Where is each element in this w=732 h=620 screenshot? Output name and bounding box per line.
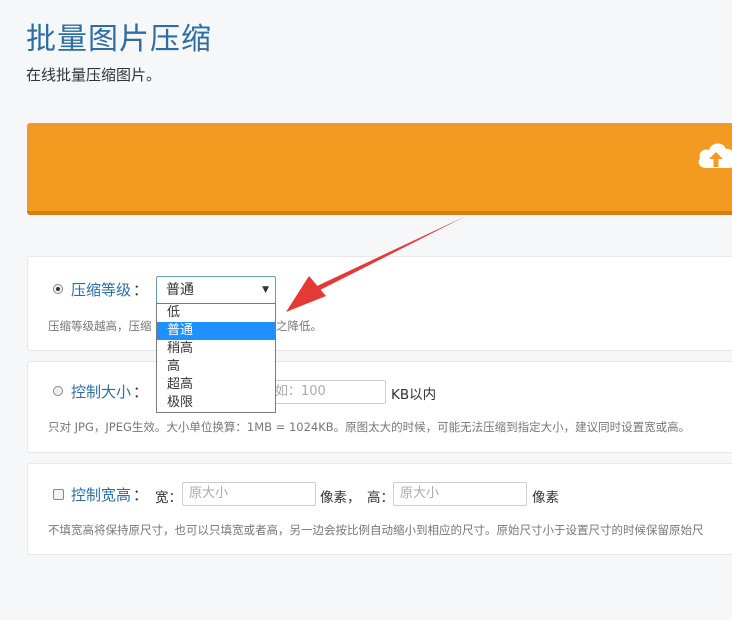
red-arrow-annotation (286, 216, 466, 312)
arrow-head (286, 276, 326, 312)
arrow-shaft (317, 216, 466, 290)
